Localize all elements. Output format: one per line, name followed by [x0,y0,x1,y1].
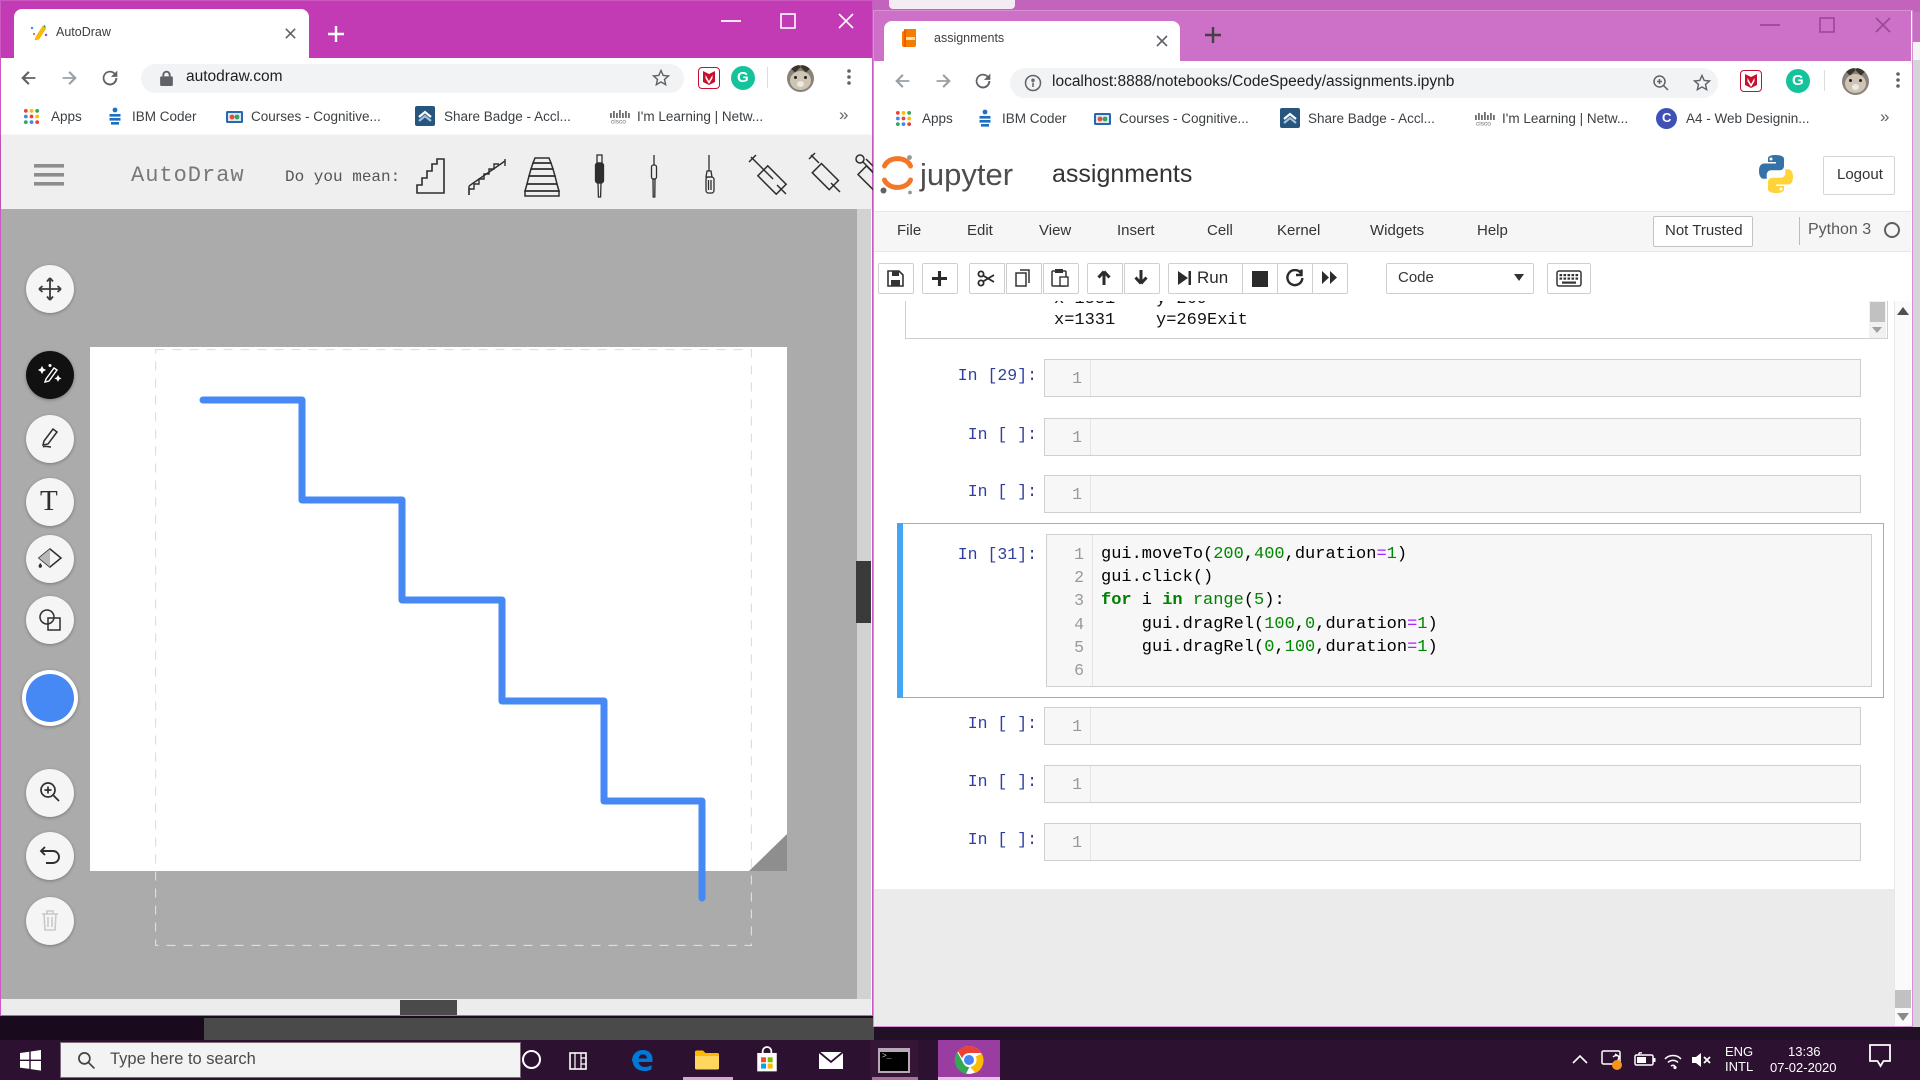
svg-text:cisco: cisco [611,119,626,125]
svg-text:cisco: cisco [1476,121,1491,127]
